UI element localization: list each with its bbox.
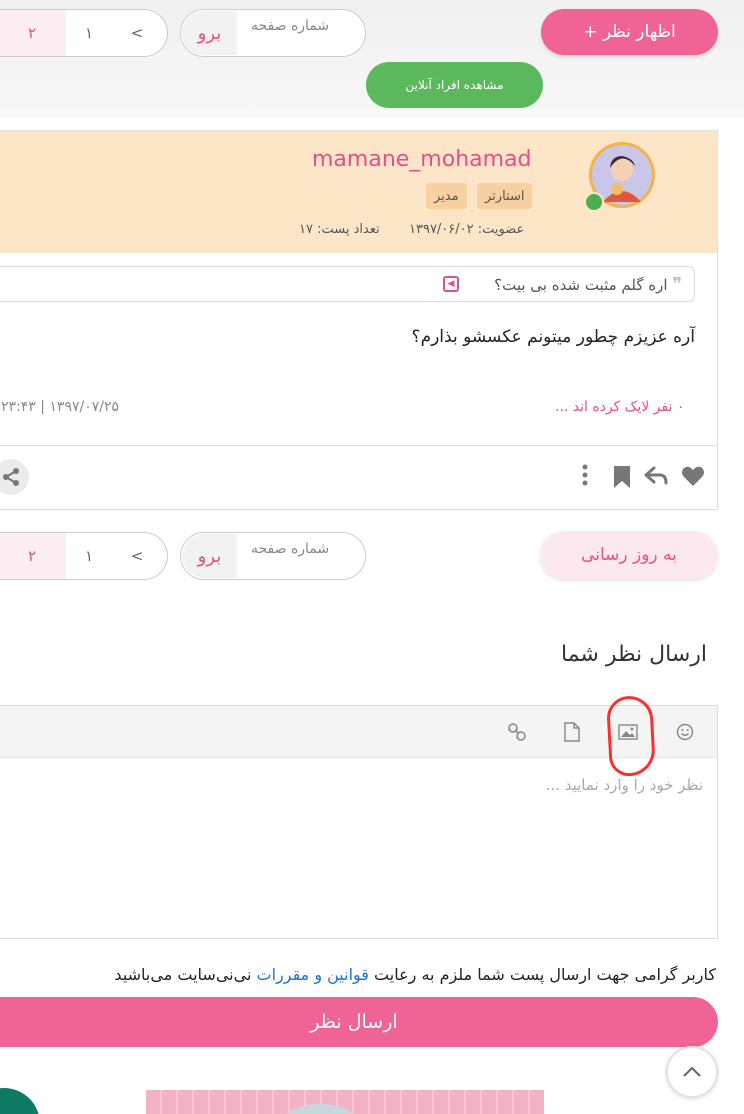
reply-icon[interactable]	[644, 466, 668, 486]
send-comment-title: ارسال نظر شما	[560, 642, 707, 667]
likes-count[interactable]: ۰ نفر لایک کرده اند ...	[555, 399, 684, 415]
badge-admin: مدیر	[426, 183, 467, 209]
online-status-dot	[584, 192, 604, 212]
page-jump-label: شماره صفحه	[251, 18, 330, 34]
submit-comment-button[interactable]: ارسال نظر	[0, 997, 718, 1047]
quote-box: ❞ اره گلم مثبت شده بی بیت؟ ◀	[0, 266, 695, 302]
scroll-to-top-button[interactable]	[666, 1046, 718, 1098]
online-users-button[interactable]: مشاهده افراد آنلاین	[366, 62, 543, 108]
page-jump-go-button[interactable]: برو	[182, 534, 237, 578]
rules-notice: کاربر گرامی جهت ارسال پست شما ملزم به رع…	[114, 965, 716, 984]
link-icon[interactable]	[507, 722, 527, 742]
rules-link[interactable]: قوانین و مقررات	[257, 965, 369, 984]
post-header: mamane_mohamad استارتر مدیر عضویت: ۱۳۹۷/…	[0, 131, 717, 253]
bookmark-icon[interactable]	[613, 465, 631, 489]
page-jump-top: برو شماره صفحه	[180, 9, 366, 57]
comment-placeholder: نظر خود را وارد نمایید ...	[545, 776, 703, 794]
floating-action-button[interactable]	[0, 1088, 40, 1114]
chevron-up-icon	[683, 1066, 701, 1077]
red-circle-annotation	[605, 694, 657, 778]
post-body: آره عزیزم چطور میتونم عکسشو بذارم؟	[411, 327, 695, 347]
post-card: mamane_mohamad استارتر مدیر عضویت: ۱۳۹۷/…	[0, 130, 718, 510]
page-jump-label: شماره صفحه	[251, 541, 330, 557]
post-date: ۲۳:۴۳ | ۱۳۹۷/۰۷/۲۵	[1, 399, 120, 415]
pager-prev[interactable]: <	[112, 533, 162, 579]
rules-prefix: کاربر گرامی جهت ارسال پست شما ملزم به رع…	[374, 965, 716, 984]
file-icon[interactable]	[564, 722, 580, 742]
badge-starter: استارتر	[477, 183, 533, 209]
post-username[interactable]: mamane_mohamad	[312, 147, 532, 172]
post-actions	[0, 445, 717, 509]
share-button[interactable]	[0, 459, 29, 495]
pager-page-1[interactable]: ۱	[66, 10, 112, 56]
pager-top: ۲ ۱ <	[0, 9, 168, 57]
pager-page-2[interactable]: ۲	[0, 10, 66, 56]
pager-page-2[interactable]: ۲	[0, 533, 66, 579]
smiley-icon[interactable]	[676, 723, 694, 741]
page-jump-go-button[interactable]: برو	[182, 11, 237, 55]
refresh-button[interactable]: به روز رسانی	[540, 531, 718, 579]
page-jump-bottom: برو شماره صفحه	[180, 532, 366, 580]
pager-page-1[interactable]: ۱	[66, 533, 112, 579]
post-count: تعداد پست: ۱۷	[299, 222, 380, 237]
quote-text: اره گلم مثبت شده بی بیت؟	[494, 276, 668, 294]
heart-icon[interactable]	[681, 465, 705, 487]
quote-mark-icon: ❞	[672, 274, 682, 295]
membership-date: عضویت: ۱۳۹۷/۰۶/۰۲	[409, 222, 525, 237]
share-icon	[3, 468, 19, 486]
quote-jump-icon[interactable]: ◀	[443, 276, 459, 292]
add-comment-button[interactable]: + اظهار نظر	[541, 9, 718, 55]
rules-suffix: نی‌نی‌سایت می‌باشید	[114, 965, 252, 984]
more-options-icon[interactable]	[581, 464, 589, 486]
pager-prev[interactable]: <	[112, 10, 162, 56]
pager-bottom: ۲ ۱ <	[0, 532, 168, 580]
